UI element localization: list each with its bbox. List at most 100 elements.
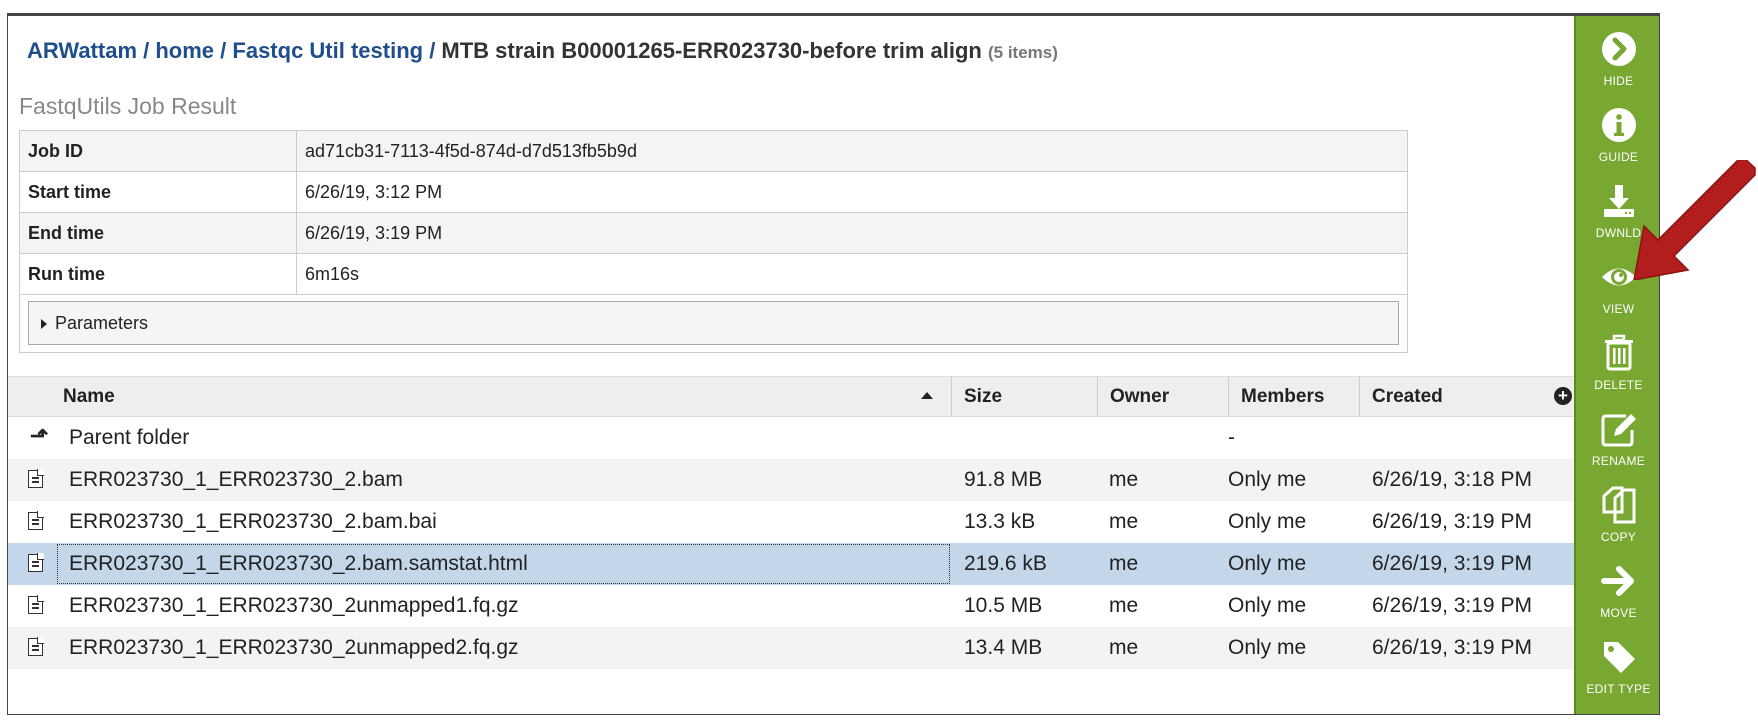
breadcrumb-folder-link[interactable]: Fastqc Util testing [232,38,423,63]
file-icon [28,469,44,488]
row-members: Only me [1228,510,1307,533]
row-created: 6/26/19, 3:18 PM [1372,468,1532,491]
row-name: Parent folder [69,426,190,449]
item-count: (5 items) [987,43,1058,62]
row-owner: me [1109,468,1139,491]
job-info-key: Job ID [19,130,297,172]
column-header-owner[interactable]: Owner [1097,377,1228,416]
delete-label: DELETE [1594,378,1643,392]
parameters-toggle[interactable]: Parameters [28,301,1399,345]
add-column-icon[interactable]: + [1554,387,1572,405]
row-name: ERR023730_1_ERR023730_2.bam [69,468,403,491]
breadcrumb-home-link[interactable]: home [155,38,214,63]
parent-folder-row[interactable]: ⬏ Parent folder - [8,417,1574,459]
column-header-name-label: Name [63,386,115,407]
row-members: Only me [1228,552,1307,575]
row-owner: me [1109,552,1139,575]
row-owner: me [1109,594,1139,617]
workspace-frame: ARWattam / home / Fastqc Util testing / … [7,13,1660,715]
file-icon [28,637,44,656]
job-info-value: 6m16s [296,253,1408,295]
edit-icon [1601,414,1636,447]
row-size: 219.6 kB [964,552,1047,575]
job-info-table: Job ID ad71cb31-7113-4f5d-874d-d7d513fb5… [19,130,1408,295]
sort-ascending-icon [921,392,933,399]
row-name: ERR023730_1_ERR023730_2unmapped1.fq.gz [69,594,519,617]
breadcrumb-separator: / [137,38,156,63]
file-row[interactable]: ERR023730_1_ERR023730_2unmapped1.fq.gz 1… [8,585,1574,627]
job-info-row: Start time 6/26/19, 3:12 PM [19,171,1408,213]
breadcrumb-separator: / [423,38,442,63]
job-result-title: FastqUtils Job Result [19,93,237,119]
file-row[interactable]: ERR023730_1_ERR023730_2.bam.bai 13.3 kB … [8,501,1574,543]
job-info-key: Start time [19,171,297,213]
row-members: - [1228,426,1235,449]
row-created: 6/26/19, 3:19 PM [1372,552,1532,575]
job-info-key: End time [19,212,297,254]
row-owner: me [1109,636,1139,659]
caret-right-icon [41,319,47,330]
hide-label: HIDE [1603,74,1634,88]
grid-header: Name Size Owner Members Created + [8,376,1574,417]
view-label: VIEW [1602,302,1635,316]
breadcrumb: ARWattam / home / Fastqc Util testing / … [27,38,1058,64]
job-info-row: Run time 6m16s [19,253,1408,295]
parameters-label: Parameters [55,313,149,333]
file-grid: Name Size Owner Members Created + ⬏ Pare… [8,376,1574,669]
row-members: Only me [1228,636,1307,659]
breadcrumb-user-link[interactable]: ARWattam [27,38,137,63]
job-info-value: 6/26/19, 3:12 PM [296,171,1408,213]
row-members: Only me [1228,468,1307,491]
file-icon [28,595,44,614]
job-info-value: ad71cb31-7113-4f5d-874d-d7d513fb5b9d [296,130,1408,172]
job-info-value: 6/26/19, 3:19 PM [296,212,1408,254]
rename-label: RENAME [1591,454,1646,468]
annotation-arrow [1633,160,1756,280]
scrollbar-thumb[interactable] [1659,476,1660,516]
edit-type-button[interactable]: EDIT TYPE [1576,634,1659,706]
row-name: ERR023730_1_ERR023730_2.bam.samstat.html [56,543,951,585]
copy-button[interactable]: COPY [1576,482,1659,554]
column-header-size[interactable]: Size [951,377,1097,416]
delete-button[interactable]: DELETE [1576,330,1659,402]
row-name: ERR023730_1_ERR023730_2unmapped2.fq.gz [69,636,519,659]
file-icon [28,511,44,530]
row-name: ERR023730_1_ERR023730_2.bam.bai [69,510,437,533]
file-row[interactable]: ERR023730_1_ERR023730_2.bam 91.8 MB me O… [8,459,1574,501]
move-arrow-icon [1601,566,1634,596]
row-created: 6/26/19, 3:19 PM [1372,510,1532,533]
parameters-container: Parameters [19,295,1408,353]
action-sidebar: HIDE GUIDE DWNLD VIEW DELETE RENAME COPY… [1574,16,1659,714]
move-button[interactable]: MOVE [1576,558,1659,630]
column-header-members[interactable]: Members [1228,377,1359,416]
job-info-row: End time 6/26/19, 3:19 PM [19,212,1408,254]
row-size: 10.5 MB [964,594,1043,617]
hide-button[interactable]: HIDE [1576,26,1659,98]
rename-button[interactable]: RENAME [1576,406,1659,478]
trash-icon [1605,334,1633,371]
column-header-created[interactable]: Created [1359,377,1574,416]
move-label: MOVE [1600,606,1637,620]
row-created: 6/26/19, 3:19 PM [1372,636,1532,659]
copy-icon [1602,486,1636,524]
tag-icon [1604,642,1635,673]
row-owner: me [1109,510,1139,533]
job-info-row: Job ID ad71cb31-7113-4f5d-874d-d7d513fb5… [19,130,1408,172]
row-created: 6/26/19, 3:19 PM [1372,594,1532,617]
file-row-selected[interactable]: ERR023730_1_ERR023730_2.bam.samstat.html… [8,543,1574,585]
copy-label: COPY [1600,530,1637,544]
hide-chevron-icon [1602,32,1636,66]
breadcrumb-separator: / [214,38,233,63]
info-icon [1602,108,1636,142]
row-members: Only me [1228,594,1307,617]
row-size: 13.3 kB [964,510,1036,533]
parent-folder-up-icon: ⬏ [30,423,49,448]
row-size: 91.8 MB [964,468,1043,491]
file-icon [28,553,44,572]
edit-type-label: EDIT TYPE [1586,682,1651,696]
job-info-key: Run time [19,253,297,295]
column-header-name[interactable]: Name [51,377,951,416]
row-size: 13.4 MB [964,636,1043,659]
breadcrumb-current: MTB strain B00001265-ERR023730-before tr… [441,38,982,63]
file-row[interactable]: ERR023730_1_ERR023730_2unmapped2.fq.gz 1… [8,627,1574,669]
